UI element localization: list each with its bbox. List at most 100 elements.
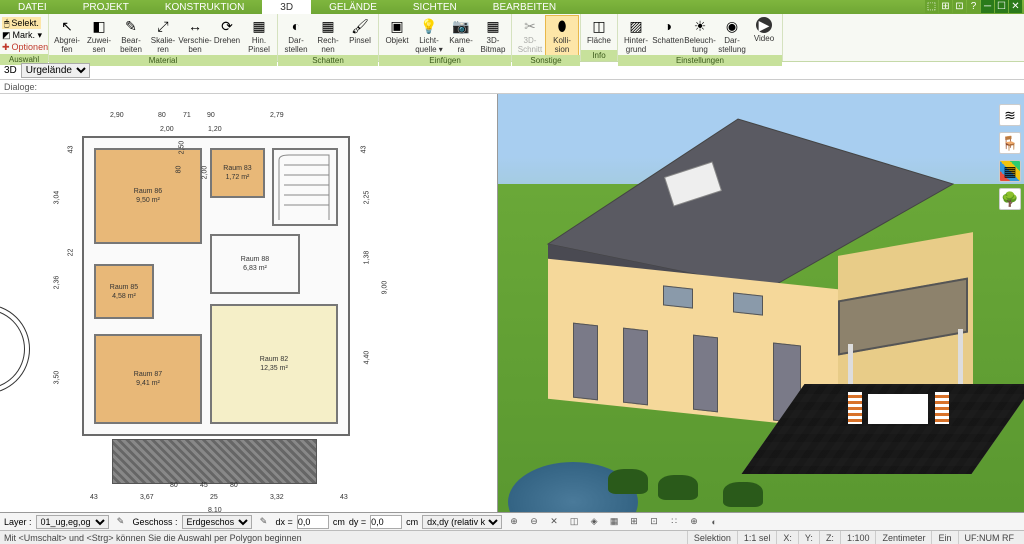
- geschoss-label: Geschoss :: [133, 517, 178, 527]
- toolbar-icon-1[interactable]: ⬚: [925, 0, 938, 13]
- tool-icon[interactable]: ⊡: [646, 515, 662, 529]
- darstellen-button[interactable]: ◐Dar- stellen: [280, 16, 312, 55]
- drehen-button[interactable]: ⟳Drehen: [211, 16, 243, 46]
- 3d-viewport[interactable]: ≋ 🪑 ▦ 🌳: [498, 94, 1024, 512]
- beleuchtung-button[interactable]: ☀Beleuch- tung: [684, 16, 716, 55]
- door: [573, 323, 598, 401]
- tool-icon[interactable]: ⊕: [686, 515, 702, 529]
- dxdy-mode-select[interactable]: dx,dy (relativ ka: [422, 515, 502, 529]
- geschoss-select[interactable]: Erdgeschos: [182, 515, 252, 529]
- dim-left: 2,36: [53, 276, 60, 290]
- dy-input[interactable]: [370, 515, 402, 529]
- door: [693, 335, 718, 413]
- ribbon-group-label: Info: [581, 50, 617, 61]
- bg-icon: ▨: [627, 17, 645, 35]
- dim-left: 3,50: [53, 371, 60, 385]
- status-scale: 1:100: [840, 531, 876, 544]
- rechnen-button[interactable]: ▦Rech- nen: [312, 16, 344, 55]
- pipette-icon: ↖: [58, 17, 76, 35]
- dim-bottom2: 80: [170, 482, 178, 489]
- light-icon: 💡: [420, 17, 438, 35]
- menu-gelaende[interactable]: GELÄNDE: [311, 0, 395, 14]
- tool-icon[interactable]: ∷: [666, 515, 682, 529]
- tool-icon[interactable]: ⊞: [626, 515, 642, 529]
- minimize-icon[interactable]: ─: [981, 0, 994, 13]
- menu-bearbeiten[interactable]: BEARBEITEN: [475, 0, 574, 14]
- room-83[interactable]: Raum 831,72 m²: [210, 148, 265, 198]
- terrace[interactable]: [112, 439, 317, 484]
- hintergrund-button[interactable]: ▨Hinter- grund: [620, 16, 652, 55]
- layer-select[interactable]: 01_ug,eg,og: [36, 515, 109, 529]
- tool-icon[interactable]: ✕: [546, 515, 562, 529]
- lichtquelle-button[interactable]: 💡Licht- quelle ▾: [413, 16, 445, 55]
- tool-icon[interactable]: ⊖: [526, 515, 542, 529]
- status-z: Z:: [819, 531, 840, 544]
- play-icon: ▶: [756, 17, 772, 33]
- tool-icon[interactable]: ◫: [566, 515, 582, 529]
- flaeche-button[interactable]: ◫Fläche: [583, 16, 615, 46]
- pinsel-button[interactable]: 🖌Pinsel: [344, 16, 376, 46]
- selekt-button[interactable]: 🖱 Selekt. ◩ Mark. ▾ ✚ Optionen: [2, 16, 46, 54]
- 3dschnitt-button[interactable]: ✂3D- Schnitt: [514, 16, 546, 55]
- toolbar-icon-2[interactable]: ⊞: [939, 0, 952, 13]
- bush: [658, 475, 698, 500]
- tool-icon[interactable]: ◈: [586, 515, 602, 529]
- zuweisen-button[interactable]: ◧Zuwei- sen: [83, 16, 115, 55]
- floorplan-pane[interactable]: 2,90 80 71 90 2,79 2,00 1,20 Raum 869,50…: [0, 94, 498, 512]
- house-3d: [518, 144, 958, 424]
- tool-icon[interactable]: ⊕: [506, 515, 522, 529]
- room-86[interactable]: Raum 869,50 m²: [94, 148, 202, 244]
- dim-right: 2,25: [363, 191, 370, 205]
- menu-sichten[interactable]: SICHTEN: [395, 0, 475, 14]
- room-82[interactable]: Raum 8212,35 m²: [210, 304, 338, 424]
- skalieren-button[interactable]: ⤢Skalie- ren: [147, 16, 179, 55]
- dim-inner: 2,00: [201, 166, 208, 180]
- dim-bottom2: 45: [200, 482, 208, 489]
- materials-icon[interactable]: ▦: [999, 160, 1021, 182]
- room-85[interactable]: Raum 854,58 m²: [94, 264, 154, 319]
- stairwell[interactable]: [272, 148, 338, 226]
- bearbeiten-button[interactable]: ✎Bear- beiten: [115, 16, 147, 55]
- menu-projekt[interactable]: PROJEKT: [65, 0, 147, 14]
- darstellung-button[interactable]: ◉Dar- stellung: [716, 16, 748, 55]
- status-selektion: Selektion: [687, 531, 737, 544]
- 3dbitmap-button[interactable]: ▦3D- Bitmap: [477, 16, 509, 55]
- shadow-icon: ◑: [659, 17, 677, 35]
- room-87[interactable]: Raum 879,41 m²: [94, 334, 202, 424]
- dim-bottom: 43: [340, 494, 348, 501]
- kamera-button[interactable]: 📷Kame- ra: [445, 16, 477, 55]
- chair: [848, 392, 862, 424]
- dim-left: 3,04: [53, 191, 60, 205]
- floorplan[interactable]: Raum 869,50 m² Raum 831,72 m² Raum 854,5…: [82, 136, 350, 436]
- room-88[interactable]: Raum 886,83 m²: [210, 234, 300, 294]
- tool-icon[interactable]: ◐: [706, 515, 722, 529]
- area-icon: ◫: [590, 17, 608, 35]
- objekt-button[interactable]: ▣Objekt: [381, 16, 413, 46]
- abgreifen-button[interactable]: ↖Abgrei- fen: [51, 16, 83, 55]
- close-icon[interactable]: ✕: [1009, 0, 1022, 13]
- tool-icon[interactable]: ▦: [606, 515, 622, 529]
- menu-3d[interactable]: 3D: [262, 0, 311, 14]
- menu-konstruktion[interactable]: KONSTRUKTION: [147, 0, 262, 14]
- maximize-icon[interactable]: ☐: [995, 0, 1008, 13]
- verschieben-button[interactable]: ↔Verschie- ben: [179, 16, 211, 55]
- video-button[interactable]: ▶Video: [748, 16, 780, 44]
- tree-icon[interactable]: 🌳: [999, 188, 1021, 210]
- hinpinsel-button[interactable]: ▦Hin. Pinsel: [243, 16, 275, 55]
- shadow-show-icon: ◐: [287, 17, 305, 35]
- geschoss-settings-icon[interactable]: ✎: [256, 515, 272, 529]
- menu-datei[interactable]: DATEI: [0, 0, 65, 14]
- dim-right: 4,40: [363, 351, 370, 365]
- help-icon[interactable]: ?: [967, 0, 980, 13]
- kollision-button[interactable]: ⬮Kolli- sion: [546, 16, 578, 55]
- layers-icon[interactable]: ≋: [999, 104, 1021, 126]
- ribbon-group-info: ◫Fläche Info: [581, 14, 618, 61]
- toolbar-icon-3[interactable]: ⊡: [953, 0, 966, 13]
- ribbon-group-material: ↖Abgrei- fen ◧Zuwei- sen ✎Bear- beiten ⤢…: [49, 14, 278, 61]
- furniture-icon[interactable]: 🪑: [999, 132, 1021, 154]
- cut-icon: ✂: [521, 17, 539, 35]
- dx-input[interactable]: [297, 515, 329, 529]
- schatten-button[interactable]: ◑Schatten: [652, 16, 684, 46]
- terrain-select[interactable]: Urgelände: [21, 63, 90, 78]
- layer-settings-icon[interactable]: ✎: [113, 515, 129, 529]
